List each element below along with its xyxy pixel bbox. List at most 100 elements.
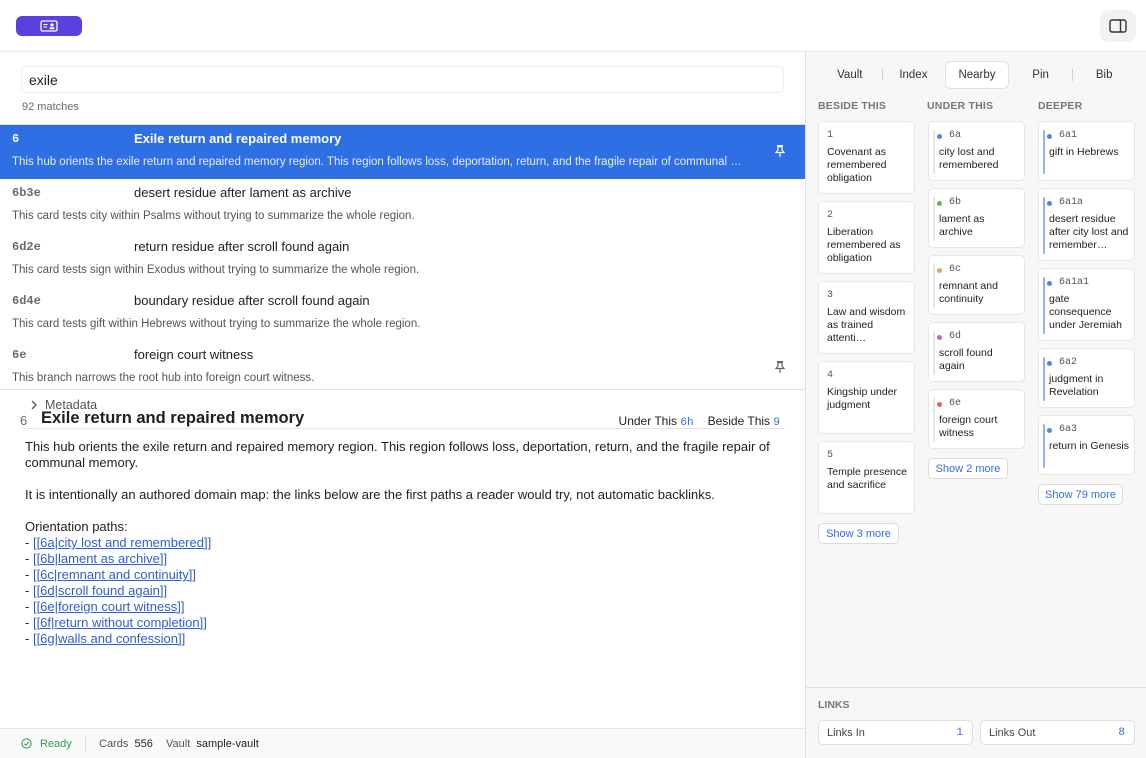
status-ready: Ready — [40, 738, 72, 750]
path-link[interactable]: [[6b|lament as archive]] — [33, 551, 167, 566]
depth-bar — [1043, 357, 1045, 401]
links-out-button[interactable]: Links Out 8 — [980, 720, 1135, 745]
show-more-button[interactable]: Show 2 more — [928, 458, 1008, 479]
links-out-count: 8 — [1118, 727, 1125, 739]
divider — [806, 687, 1146, 688]
path-link[interactable]: [[6a|city lost and remembered]] — [33, 535, 211, 550]
tab-vault[interactable]: Vault — [818, 61, 882, 89]
depth-bar — [933, 331, 935, 375]
depth-bar — [933, 130, 935, 174]
depth-bar — [1043, 277, 1045, 334]
result-title: foreign court witness — [134, 347, 254, 362]
links-in-button[interactable]: Links In 1 — [818, 720, 973, 745]
app-switcher-button[interactable] — [16, 16, 82, 36]
card-id: 5 — [827, 450, 834, 461]
color-dot — [937, 402, 942, 407]
links-header: LINKS — [818, 699, 850, 711]
color-dot — [937, 268, 942, 273]
path-item: - [[6b|lament as archive]] — [25, 551, 168, 566]
deeper-card[interactable]: 6a3 return in Genesis — [1038, 415, 1135, 475]
under-card[interactable]: 6b lament as archive — [928, 188, 1025, 248]
deeper-card[interactable]: 6a1 gift in Hebrews — [1038, 121, 1135, 181]
cards-label: Cards — [99, 738, 129, 750]
path-item: - [[6e|foreign court witness]] — [25, 599, 185, 614]
card-text: Covenant as remembered obligation — [827, 146, 887, 184]
color-dot — [1047, 281, 1052, 286]
result-id: 6d4e — [12, 294, 41, 308]
card-text: remnant and continuity — [939, 280, 998, 305]
card-id: 6a1a1 — [1059, 277, 1090, 288]
paths-label: Orientation paths: — [25, 519, 128, 534]
beside-card[interactable]: 4 Kingship under judgment — [818, 361, 915, 434]
beside-card[interactable]: 1 Covenant as remembered obligation — [818, 121, 915, 194]
result-title: return residue after scroll found again — [134, 239, 350, 254]
chevron-right-icon — [31, 400, 37, 410]
result-desc: This card tests city within Psalms witho… — [12, 210, 415, 222]
result-title: boundary residue after scroll found agai… — [134, 293, 370, 308]
result-title: desert residue after lament as archive — [134, 185, 352, 200]
path-link[interactable]: [[6e|foreign court witness]] — [33, 599, 185, 614]
pin-icon — [774, 145, 786, 157]
body-paragraph: It is intentionally an authored domain m… — [25, 487, 715, 502]
result-row[interactable]: 6d2e return residue after scroll found ag… — [0, 233, 805, 287]
card-id: 6d — [949, 331, 962, 342]
card-id: 1 — [827, 130, 834, 141]
result-row[interactable]: 6 Exile return and repaired memory This hu… — [0, 125, 805, 179]
side-tabs: Vault Index Nearby Pin Bib — [818, 61, 1136, 89]
card-id: 6c — [949, 264, 962, 275]
card-id: 6a3 — [1059, 424, 1078, 435]
color-dot — [1047, 201, 1052, 206]
beside-card[interactable]: 2 Liberation remembered as obligation — [818, 201, 915, 274]
path-link[interactable]: [[6f|return without completion]] — [33, 615, 207, 630]
note-body: This hub orients the exile return and re… — [25, 439, 785, 647]
result-row[interactable]: 6b3e desert residue after lament as archi… — [0, 179, 805, 233]
search-input[interactable] — [21, 66, 784, 93]
path-link[interactable]: [[6g|walls and confession]] — [33, 631, 185, 646]
orientation-paths: - [[6a|city lost and remembered]] - [[6b|… — [25, 535, 785, 647]
depth-bar — [933, 264, 935, 308]
vault-status: Vault sample-vault — [166, 738, 259, 750]
path-link[interactable]: [[6c|remnant and continuity]] — [33, 567, 196, 582]
links-out-label: Links Out — [989, 727, 1036, 739]
tab-bib[interactable]: Bib — [1072, 61, 1136, 89]
result-row[interactable]: 6e foreign court witness This branch narro… — [0, 341, 805, 395]
deeper-card[interactable]: 6a1a desert residue after city lost and r… — [1038, 188, 1135, 261]
card-text: lament as archive — [939, 213, 985, 238]
under-card[interactable]: 6e foreign court witness — [928, 389, 1025, 449]
color-dot — [1047, 361, 1052, 366]
beside-this-stat[interactable]: Beside This 9 — [708, 414, 780, 429]
card-text: gate consequence under Jeremiah — [1049, 293, 1122, 331]
pin-button[interactable] — [774, 360, 786, 374]
path-item: - [[6f|return without completion]] — [25, 615, 207, 630]
result-row[interactable]: 6d4e boundary residue after scroll found … — [0, 287, 805, 341]
deeper-card[interactable]: 6a2 judgment in Revelation — [1038, 348, 1135, 408]
card-id: 6a1 — [1059, 130, 1078, 141]
under-card[interactable]: 6a city lost and remembered — [928, 121, 1025, 181]
cards-status: Cards 556 — [99, 738, 153, 750]
card-text: gift in Hebrews — [1049, 146, 1119, 158]
under-this-stat[interactable]: Under This 6h — [619, 414, 694, 429]
show-more-button[interactable]: Show 79 more — [1038, 484, 1123, 505]
id-card-icon — [40, 20, 58, 32]
divider — [1072, 69, 1074, 81]
result-id: 6 — [12, 132, 20, 146]
tab-index[interactable]: Index — [882, 61, 946, 89]
result-desc: This hub orients the exile return and re… — [12, 156, 742, 168]
deeper-card[interactable]: 6a1a1 gate consequence under Jeremiah — [1038, 268, 1135, 341]
tab-nearby[interactable]: Nearby — [945, 61, 1009, 89]
under-card[interactable]: 6d scroll found again — [928, 322, 1025, 382]
beside-card[interactable]: 5 Temple presence and sacrifice — [818, 441, 915, 514]
show-more-button[interactable]: Show 3 more — [818, 523, 899, 544]
pin-button[interactable] — [774, 144, 786, 158]
beside-card[interactable]: 3 Law and wisdom as trained attenti… — [818, 281, 915, 354]
path-link[interactable]: [[6d|scroll found again]] — [33, 583, 167, 598]
color-dot — [937, 335, 942, 340]
sidebar-toggle-button[interactable] — [1100, 10, 1136, 42]
under-this-label: Under This — [618, 414, 678, 428]
tab-pin[interactable]: Pin — [1009, 61, 1073, 89]
metadata-toggle[interactable]: Metadata — [30, 398, 97, 412]
card-text: judgment in Revelation — [1049, 373, 1104, 398]
under-card[interactable]: 6c remnant and continuity — [928, 255, 1025, 315]
card-text: Law and wisdom as trained attenti… — [827, 306, 906, 344]
links-in-count: 1 — [956, 727, 963, 739]
